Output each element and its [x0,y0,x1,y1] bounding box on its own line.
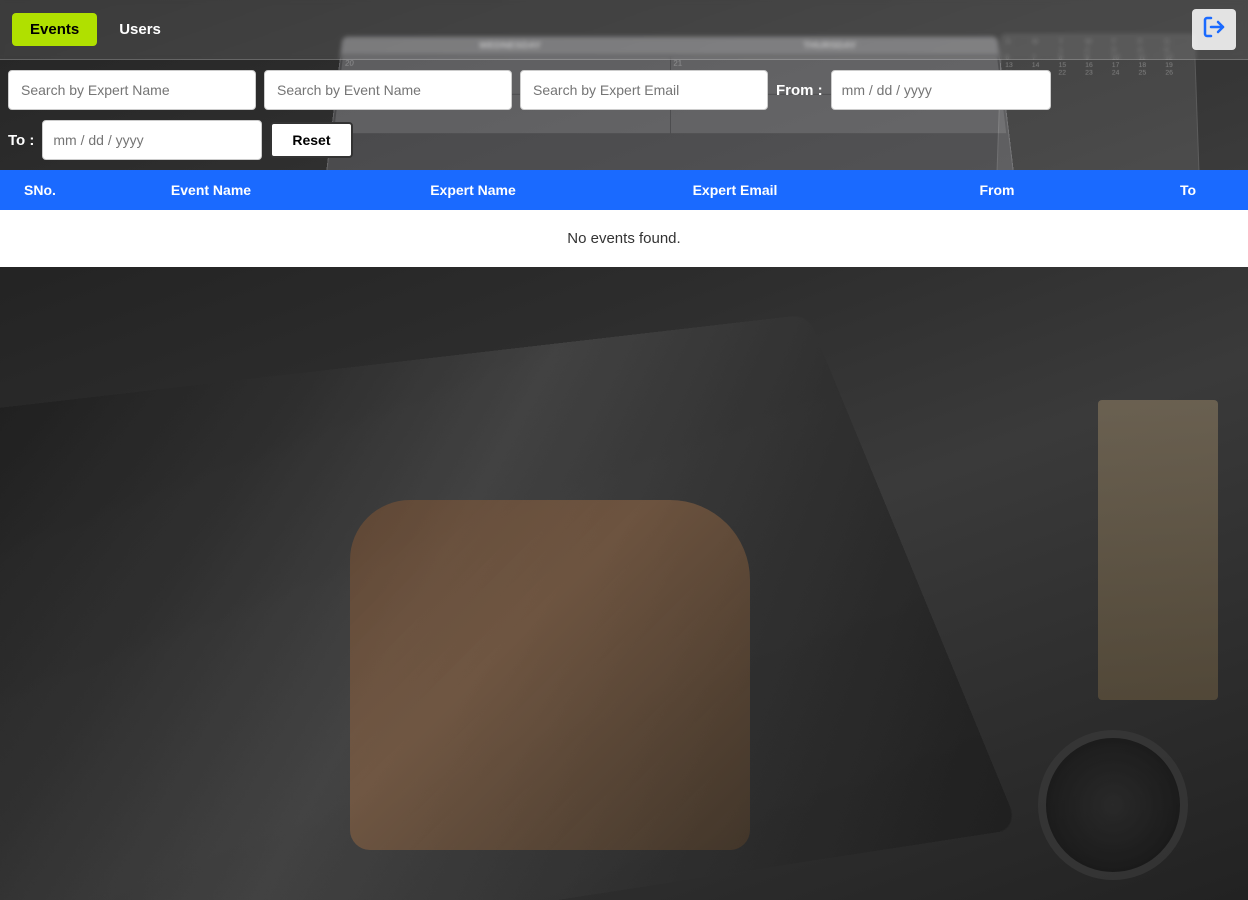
tab-events[interactable]: Events [12,13,97,46]
table-header: SNo. Event Name Expert Name Expert Email… [0,170,1248,210]
events-table: SNo. Event Name Expert Name Expert Email… [0,170,1248,267]
reset-button[interactable]: Reset [270,122,352,158]
col-header-to: To [1128,170,1248,210]
search-expert-name-input[interactable] [8,70,256,110]
from-label: From : [776,82,823,99]
filter-row-2: To : Reset [0,120,1248,170]
tab-users[interactable]: Users [101,13,179,46]
col-header-event-name: Event Name [80,170,342,210]
search-event-name-input[interactable] [264,70,512,110]
search-expert-email-input[interactable] [520,70,768,110]
to-date-input[interactable] [42,120,262,160]
navbar: Events Users [0,0,1248,60]
table-body: No events found. [0,210,1248,267]
filter-row-1: From : [0,60,1248,120]
to-label: To : [8,132,34,149]
logout-button[interactable] [1192,9,1236,50]
col-header-expert-name: Expert Name [342,170,604,210]
from-date-input[interactable] [831,70,1051,110]
logout-icon [1202,15,1226,39]
col-header-expert-email: Expert Email [604,170,866,210]
no-events-message: No events found. [0,210,1248,267]
nav-tabs: Events Users [12,13,179,46]
col-header-from: From [866,170,1128,210]
col-header-sno: SNo. [0,170,80,210]
